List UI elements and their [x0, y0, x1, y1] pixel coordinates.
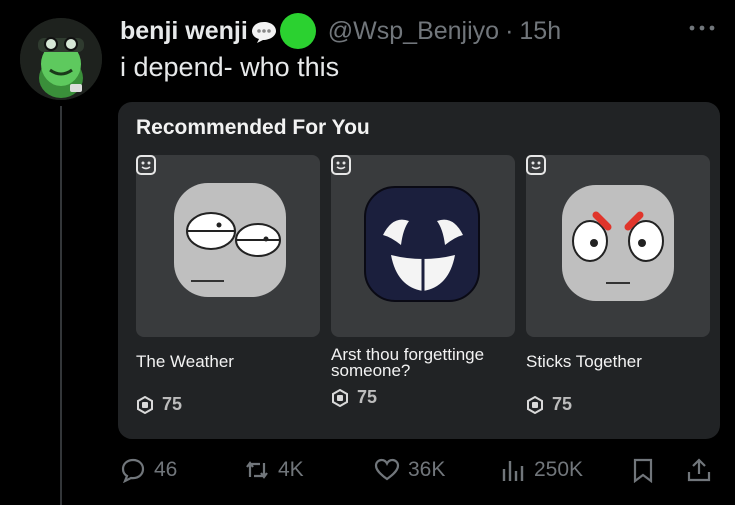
ghost-grin-face-icon	[364, 186, 480, 302]
repost-button[interactable]: 4K	[244, 452, 304, 488]
item-price: 75	[136, 394, 320, 415]
repost-icon	[246, 461, 268, 479]
user-handle[interactable]: @Wsp_Benjiyo	[328, 17, 499, 46]
share-button[interactable]	[686, 452, 720, 488]
item-thumbnail[interactable]	[331, 155, 515, 337]
views-button[interactable]: 250K	[500, 452, 583, 488]
like-count: 36K	[408, 458, 446, 481]
item-thumbnail[interactable]	[526, 155, 710, 337]
header-separator: ·	[505, 16, 514, 45]
timestamp[interactable]: 15h	[519, 17, 561, 46]
catalog-item[interactable]: Sticks Together 75	[526, 155, 710, 415]
reply-count: 46	[154, 458, 178, 481]
like-button[interactable]: 36K	[374, 452, 445, 488]
item-price: 75	[526, 394, 710, 415]
catalog-item[interactable]: Arst thou forgettinge someone? 75	[331, 155, 515, 408]
accessory-badge-icon	[526, 155, 546, 175]
speech-bubble-icon	[250, 20, 278, 44]
repost-count: 4K	[278, 458, 304, 481]
accessory-badge-icon	[136, 155, 156, 175]
robux-icon	[527, 395, 543, 414]
recommended-card: Recommended For You The Weather 75 Arst …	[118, 102, 720, 439]
price-value: 75	[162, 394, 183, 414]
item-name[interactable]: Sticks Together	[526, 353, 710, 386]
price-value: 75	[552, 394, 573, 414]
sleepy-eyes-face-icon	[174, 183, 286, 297]
tweet-text: i depend- who this	[120, 52, 340, 82]
price-value: 75	[357, 387, 378, 407]
action-bar: 46 4K 36K 250K	[120, 452, 720, 488]
item-name[interactable]: Arst thou forgettinge someone?	[331, 346, 515, 379]
tweet-header: benji wenji @Wsp_Benjiyo · 15h	[120, 12, 561, 50]
share-icon	[687, 458, 711, 482]
item-price: 75	[331, 387, 515, 408]
angry-brows-face-icon	[562, 185, 674, 301]
item-thumbnail[interactable]	[136, 155, 320, 337]
bookmark-icon	[633, 458, 653, 483]
more-options-icon[interactable]	[686, 18, 718, 38]
reply-button[interactable]: 46	[120, 452, 177, 488]
robux-icon	[332, 388, 348, 407]
thread-line	[60, 106, 62, 505]
reply-icon	[121, 458, 145, 483]
item-name[interactable]: The Weather	[136, 353, 320, 386]
heart-icon	[374, 458, 400, 481]
display-name[interactable]: benji wenji	[120, 17, 248, 46]
avatar-image	[20, 18, 102, 100]
robux-icon	[137, 395, 153, 414]
analytics-icon	[502, 461, 524, 481]
view-count: 250K	[534, 458, 584, 481]
bookmark-button[interactable]	[630, 452, 664, 488]
green-circle-icon	[279, 13, 316, 49]
catalog-item[interactable]: The Weather 75	[136, 155, 320, 415]
accessory-badge-icon	[331, 155, 351, 175]
card-title: Recommended For You	[136, 116, 370, 139]
avatar[interactable]	[20, 18, 102, 100]
